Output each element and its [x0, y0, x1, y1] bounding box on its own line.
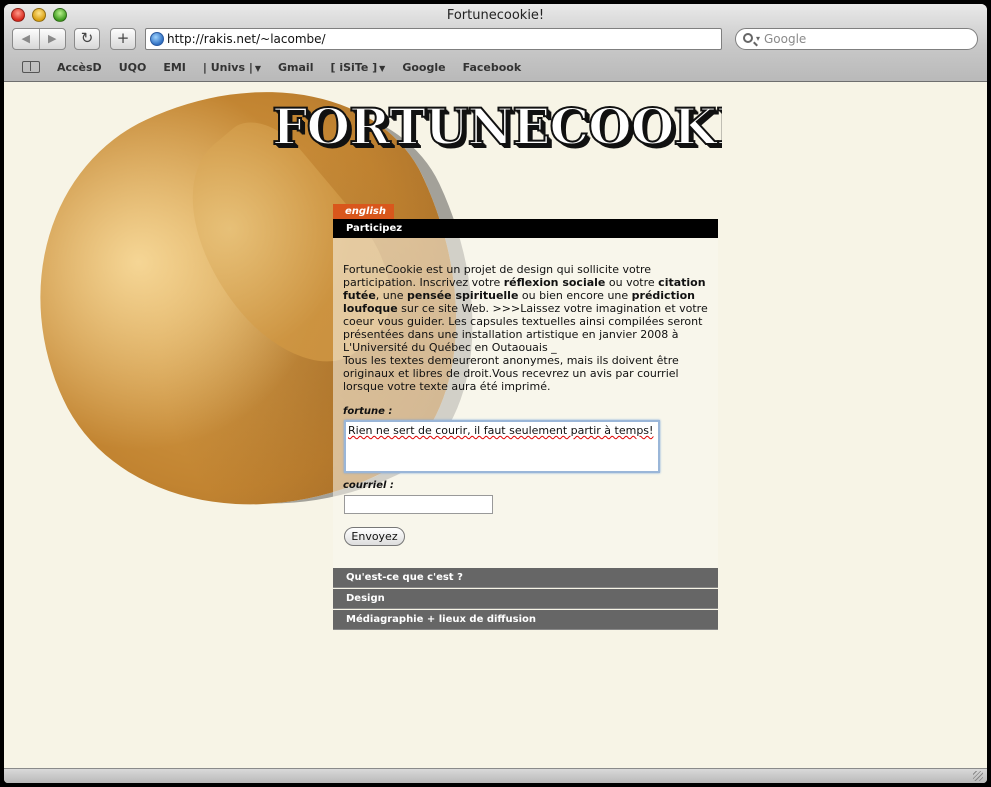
bookmarks-bar: AccèsD UQO EMI | Univs | ▼ Gmail [ iSiTe … — [4, 57, 521, 77]
menu-item-design[interactable]: Design — [333, 589, 718, 609]
bookmark-gmail[interactable]: Gmail — [278, 61, 313, 74]
search-menu-caret-icon[interactable]: ▾ — [756, 34, 760, 43]
browser-window: Fortunecookie! ◀ ▶ ↻ + http://rakis.net/… — [4, 4, 987, 783]
intro-part: ou votre — [605, 276, 659, 289]
globe-icon — [150, 32, 164, 46]
reload-button[interactable]: ↻ — [74, 28, 100, 50]
plus-icon: + — [116, 29, 130, 47]
menu-item-quest-ce[interactable]: Qu'est-ce que c'est ? — [333, 568, 718, 588]
address-bar[interactable]: http://rakis.net/~lacombe/ — [145, 28, 722, 50]
web-page: FORTUNECOOKIE english Participez Fortune… — [4, 83, 987, 768]
bookmarks-book-icon[interactable] — [22, 61, 40, 73]
email-field[interactable] — [344, 495, 493, 514]
intro-part: sur ce site Web. >>>Laissez votre imagin… — [343, 302, 708, 354]
section-participez[interactable]: Participez — [333, 219, 718, 238]
intro-emphasis: pensée spirituelle — [407, 289, 519, 302]
window-title: Fortunecookie! — [446, 8, 545, 23]
resize-grip-icon[interactable] — [973, 771, 983, 781]
email-label: courriel : — [343, 480, 394, 491]
reload-icon: ↻ — [80, 29, 94, 47]
bookmark-univs-folder[interactable]: | Univs | ▼ — [203, 61, 261, 74]
participation-panel: FortuneCookie est un projet de design qu… — [333, 238, 718, 569]
bookmark-isite-label: [ iSiTe ] — [330, 60, 378, 74]
back-forward-group: ◀ ▶ — [12, 28, 66, 50]
intro-part: , une — [375, 289, 407, 302]
browser-toolbar: Fortunecookie! ◀ ▶ ↻ + http://rakis.net/… — [4, 4, 987, 82]
bookmark-uqo[interactable]: UQO — [119, 61, 147, 74]
address-text: http://rakis.net/~lacombe/ — [167, 32, 326, 46]
fortune-label: fortune : — [343, 406, 393, 417]
intro-emphasis: réflexion sociale — [503, 276, 606, 289]
chevron-down-icon: ▼ — [254, 63, 262, 73]
bookmark-emi[interactable]: EMI — [163, 61, 186, 74]
chevron-down-icon: ▼ — [379, 63, 386, 73]
search-field[interactable]: ▾ Google — [735, 28, 978, 50]
search-placeholder: Google — [764, 32, 807, 46]
fortune-value: Rien ne sert de courir, il faut seulemen… — [348, 424, 654, 437]
intro-part: Tous les textes demeureront anonymes, ma… — [343, 354, 679, 393]
bookmark-google[interactable]: Google — [402, 61, 445, 74]
bookmark-univs-label: | Univs | — [202, 60, 253, 74]
intro-text: FortuneCookie est un projet de design qu… — [343, 263, 713, 393]
search-icon — [743, 33, 753, 43]
english-link[interactable]: english — [333, 204, 394, 219]
back-arrow-icon[interactable]: ◀ — [13, 29, 40, 49]
status-bar — [4, 768, 987, 783]
add-bookmark-button[interactable]: + — [110, 28, 136, 50]
bookmark-isite-folder[interactable]: [ iSiTe ] ▼ — [330, 61, 385, 74]
site-logo: FORTUNECOOKIE — [272, 97, 722, 157]
bookmark-facebook[interactable]: Facebook — [463, 61, 522, 74]
fortune-textarea[interactable]: Rien ne sert de courir, il faut seulemen… — [344, 420, 660, 473]
submit-button[interactable]: Envoyez — [344, 527, 405, 546]
forward-arrow-icon[interactable]: ▶ — [40, 29, 66, 49]
bookmark-accesd[interactable]: AccèsD — [57, 61, 102, 74]
menu-item-mediagraphie[interactable]: Médiagraphie + lieux de diffusion — [333, 610, 718, 630]
intro-part: ou bien encore une — [518, 289, 632, 302]
